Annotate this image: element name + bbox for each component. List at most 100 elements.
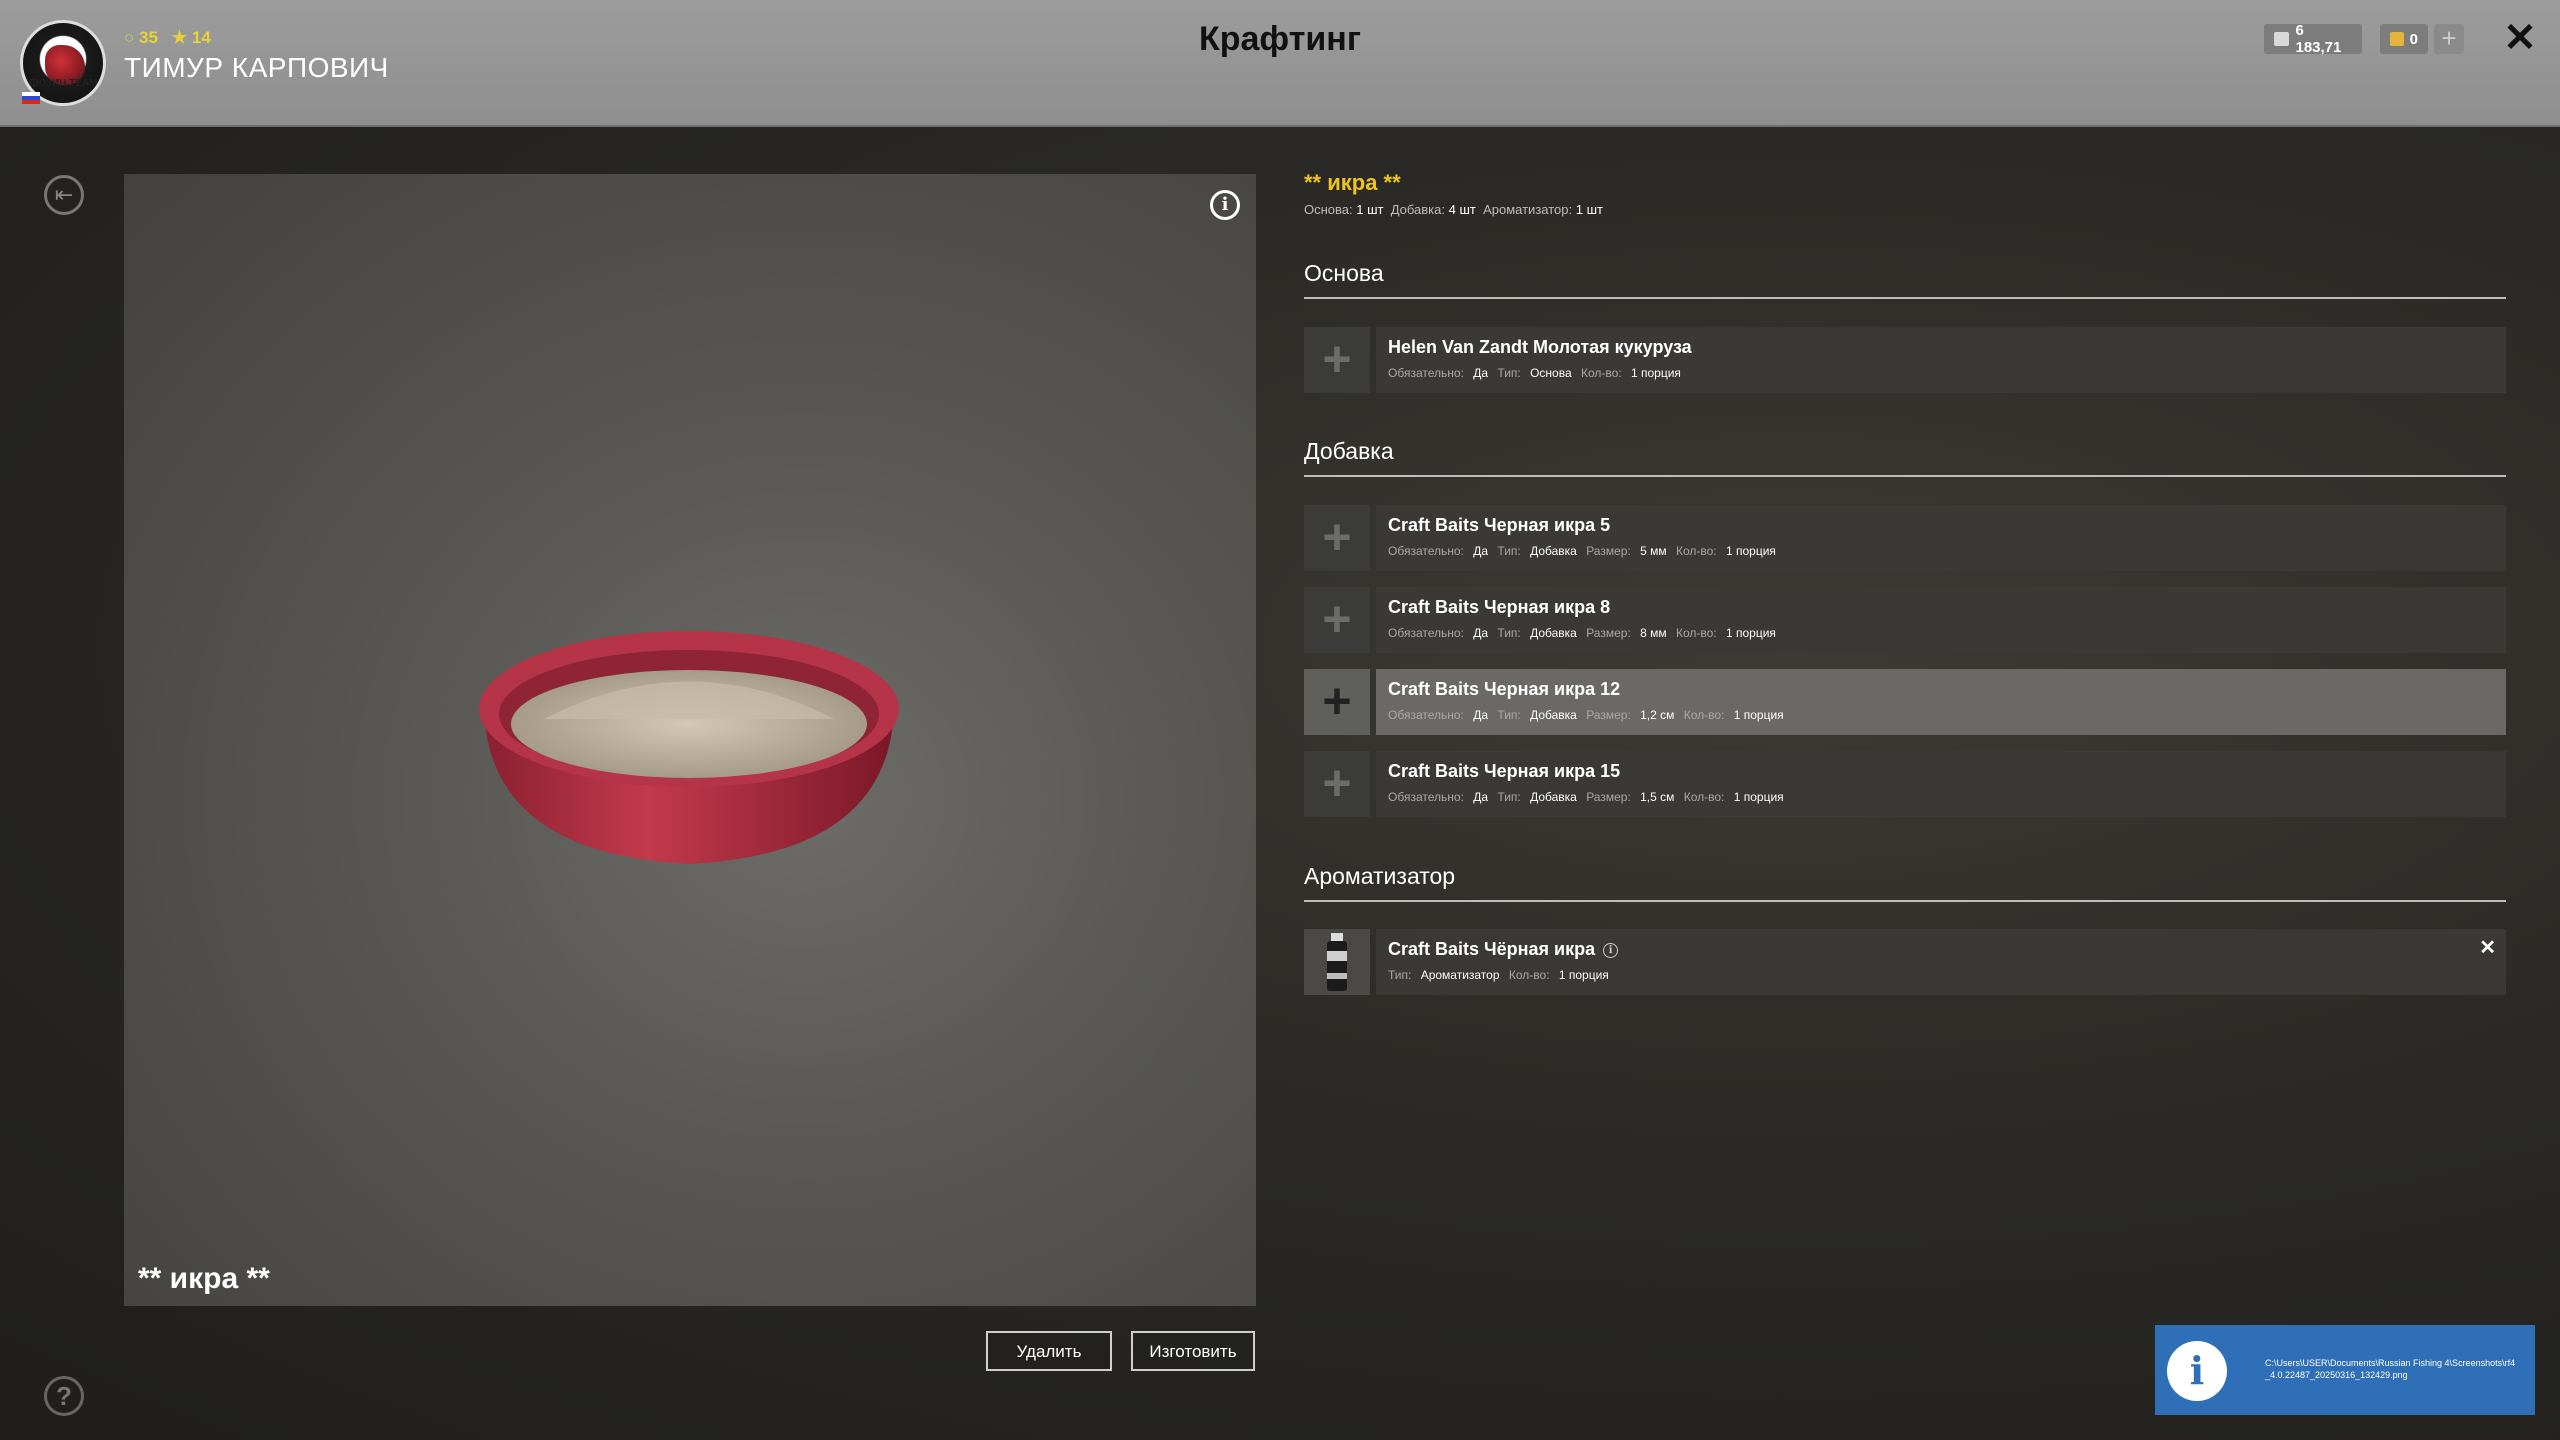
ingredient-info[interactable]: Craft Baits Черная икра 5 Обязательно: Д… [1376, 505, 2506, 571]
craft-button[interactable]: Изготовить [1131, 1331, 1255, 1371]
info-icon[interactable]: i [1210, 190, 1240, 220]
add-slot-button[interactable]: + [1304, 751, 1370, 817]
add-slot-button[interactable]: + [1304, 669, 1370, 735]
ingredient-info[interactable]: Craft Baits Черная икра 12 Обязательно: … [1376, 669, 2506, 735]
meta-value: 5 мм [1640, 544, 1667, 558]
meta-value: 1 порция [1558, 968, 1609, 982]
ingredient-name: Craft Baits Черная икра 8 [1388, 597, 1611, 617]
meta-value: 1 порция [1630, 366, 1681, 380]
meta-label: Обязательно: [1388, 708, 1464, 722]
meta-value: 1,5 см [1640, 790, 1675, 804]
meta-label: Размер: [1586, 626, 1631, 640]
meta-label: Кол-во: [1508, 968, 1550, 982]
meta-value: 1 порция [1733, 708, 1784, 722]
russian-flag-icon [22, 92, 40, 104]
preview-bait-name: ** икра ** [138, 1262, 270, 1295]
info-icon[interactable]: i [1603, 942, 1619, 958]
page-title: Крафтинг [1199, 20, 1361, 58]
meta-label: Обязательно: [1388, 366, 1464, 380]
meta-value: 8 мм [1640, 626, 1667, 640]
add-slot-button[interactable]: + [1304, 505, 1370, 571]
silver-amount: 6 183,71 [2295, 22, 2342, 56]
screenshot-notification[interactable]: i C:\Users\USER\Documents\Russian Fishin… [2155, 1325, 2535, 1415]
flavor-bottle-icon [1327, 933, 1347, 991]
ingredient-info[interactable]: Craft Baits Черная икра 8 Обязательно: Д… [1376, 587, 2506, 653]
ingredient-name: Craft Baits Черная икра 12 [1388, 679, 1621, 699]
help-icon[interactable]: ? [44, 1376, 84, 1416]
ingredient-name: Helen Van Zandt Молотая кукуруза [1388, 337, 1692, 357]
meta-label: Обязательно: [1388, 626, 1464, 640]
add-slot-button[interactable]: + [1304, 327, 1370, 393]
ingredient-name: Craft Baits Черная икра 5 [1388, 515, 1611, 535]
meta-label: Кол-во: [1683, 708, 1725, 722]
meta-value: Добавка [1530, 708, 1577, 722]
ingredient-row[interactable]: Craft Baits Чёрная икра i Тип: Ароматизат… [1304, 929, 2506, 995]
meta-label: Размер: [1586, 790, 1631, 804]
gold-amount: 0 [2409, 30, 2418, 48]
ingredient-info[interactable]: Craft Baits Черная икра 15 Обязательно: … [1376, 751, 2506, 817]
meta-value: 1 порция [1725, 626, 1776, 640]
remove-icon[interactable]: ✕ [2479, 935, 2496, 960]
ingredient-meta: Обязательно: Да Тип: Основа Кол-во: 1 по… [1388, 366, 2494, 380]
ingredient-row[interactable]: + Craft Baits Черная икра 15 Обязательно… [1304, 751, 2506, 817]
meta-label: Тип: [1497, 626, 1521, 640]
ingredient-info[interactable]: Craft Baits Чёрная икра i Тип: Ароматизат… [1376, 929, 2506, 995]
meta-label: Тип: [1388, 968, 1412, 982]
meta-label: Обязательно: [1388, 790, 1464, 804]
meta-label: Тип: [1497, 790, 1521, 804]
summary-additive-value: 4 шт [1448, 202, 1476, 217]
bait-bowl-image [479, 631, 899, 864]
summary-base-value: 1 шт [1356, 202, 1384, 217]
meta-value: 1 порция [1725, 544, 1776, 558]
meta-label: Кол-во: [1675, 544, 1717, 558]
flavor-item-slot[interactable] [1304, 929, 1370, 995]
ingredient-info[interactable]: Helen Van Zandt Молотая кукуруза Обязате… [1376, 327, 2506, 393]
section-base-title: Основа [1304, 260, 2506, 299]
summary-flavor-label: Ароматизатор: [1483, 202, 1573, 217]
plus-icon: + [1322, 591, 1352, 647]
ingredient-meta: Обязательно: Да Тип: Добавка Размер: 5 м… [1388, 544, 2494, 558]
meta-label: Обязательно: [1388, 544, 1464, 558]
meta-value: Основа [1530, 366, 1572, 380]
recipe-title: ** икра ** [1304, 170, 1401, 195]
top-bar: ДЮЗИЧ TEAM 35 ★ 14 ТИМУР КАРПОВИЧ Крафти… [0, 0, 2560, 127]
silver-balance: 6 183,71 [2264, 22, 2362, 56]
meta-value: Да [1473, 544, 1489, 558]
meta-label: Тип: [1497, 708, 1521, 722]
summary-base-label: Основа: [1304, 202, 1353, 217]
ingredient-row-selected[interactable]: + Craft Baits Черная икра 12 Обязательно… [1304, 669, 2506, 735]
meta-value: Да [1473, 708, 1489, 722]
ingredient-name: Craft Baits Чёрная икра i [1388, 939, 2494, 960]
meta-label: Размер: [1586, 544, 1631, 558]
ingredient-name: Craft Baits Черная икра 15 [1388, 761, 1621, 781]
summary-additive-label: Добавка: [1390, 202, 1445, 217]
meta-value: Добавка [1530, 626, 1577, 640]
ingredient-meta: Обязательно: Да Тип: Добавка Размер: 8 м… [1388, 626, 2494, 640]
close-button[interactable]: ✕ [2500, 18, 2540, 58]
meta-label: Кол-во: [1580, 366, 1622, 380]
plus-icon: + [1322, 331, 1352, 387]
delete-button[interactable]: Удалить [986, 1331, 1112, 1371]
ingredient-row[interactable]: + Craft Baits Черная икра 8 Обязательно:… [1304, 587, 2506, 653]
meta-value: Да [1473, 366, 1489, 380]
flavor-name: Craft Baits Чёрная икра [1388, 939, 1596, 959]
add-slot-button[interactable]: + [1304, 587, 1370, 653]
back-icon[interactable]: ⇤ [44, 175, 84, 215]
summary-flavor-value: 1 шт [1575, 202, 1603, 217]
plus-icon: + [1322, 673, 1352, 729]
ingredient-meta: Обязательно: Да Тип: Добавка Размер: 1,5… [1388, 790, 2494, 804]
meta-label: Размер: [1586, 708, 1631, 722]
recipe-summary: Основа: 1 шт Добавка: 4 шт Ароматизатор:… [1304, 202, 1603, 217]
gold-coin-icon [2390, 32, 2404, 46]
silver-coin-icon [2274, 32, 2290, 46]
section-flavor-title: Ароматизатор [1304, 863, 2506, 902]
gold-balance: 0 [2380, 24, 2428, 54]
ingredient-row[interactable]: + Craft Baits Черная икра 5 Обязательно:… [1304, 505, 2506, 571]
meta-value: Добавка [1530, 790, 1577, 804]
screenshot-path: C:\Users\USER\Documents\Russian Fishing … [2265, 1358, 2516, 1380]
add-gold-button[interactable]: + [2434, 24, 2464, 54]
ingredient-meta: Обязательно: Да Тип: Добавка Размер: 1,2… [1388, 708, 2494, 722]
ingredient-row[interactable]: + Helen Van Zandt Молотая кукуруза Обяза… [1304, 327, 2506, 393]
meta-label: Кол-во: [1683, 790, 1725, 804]
meta-value: Добавка [1530, 544, 1577, 558]
